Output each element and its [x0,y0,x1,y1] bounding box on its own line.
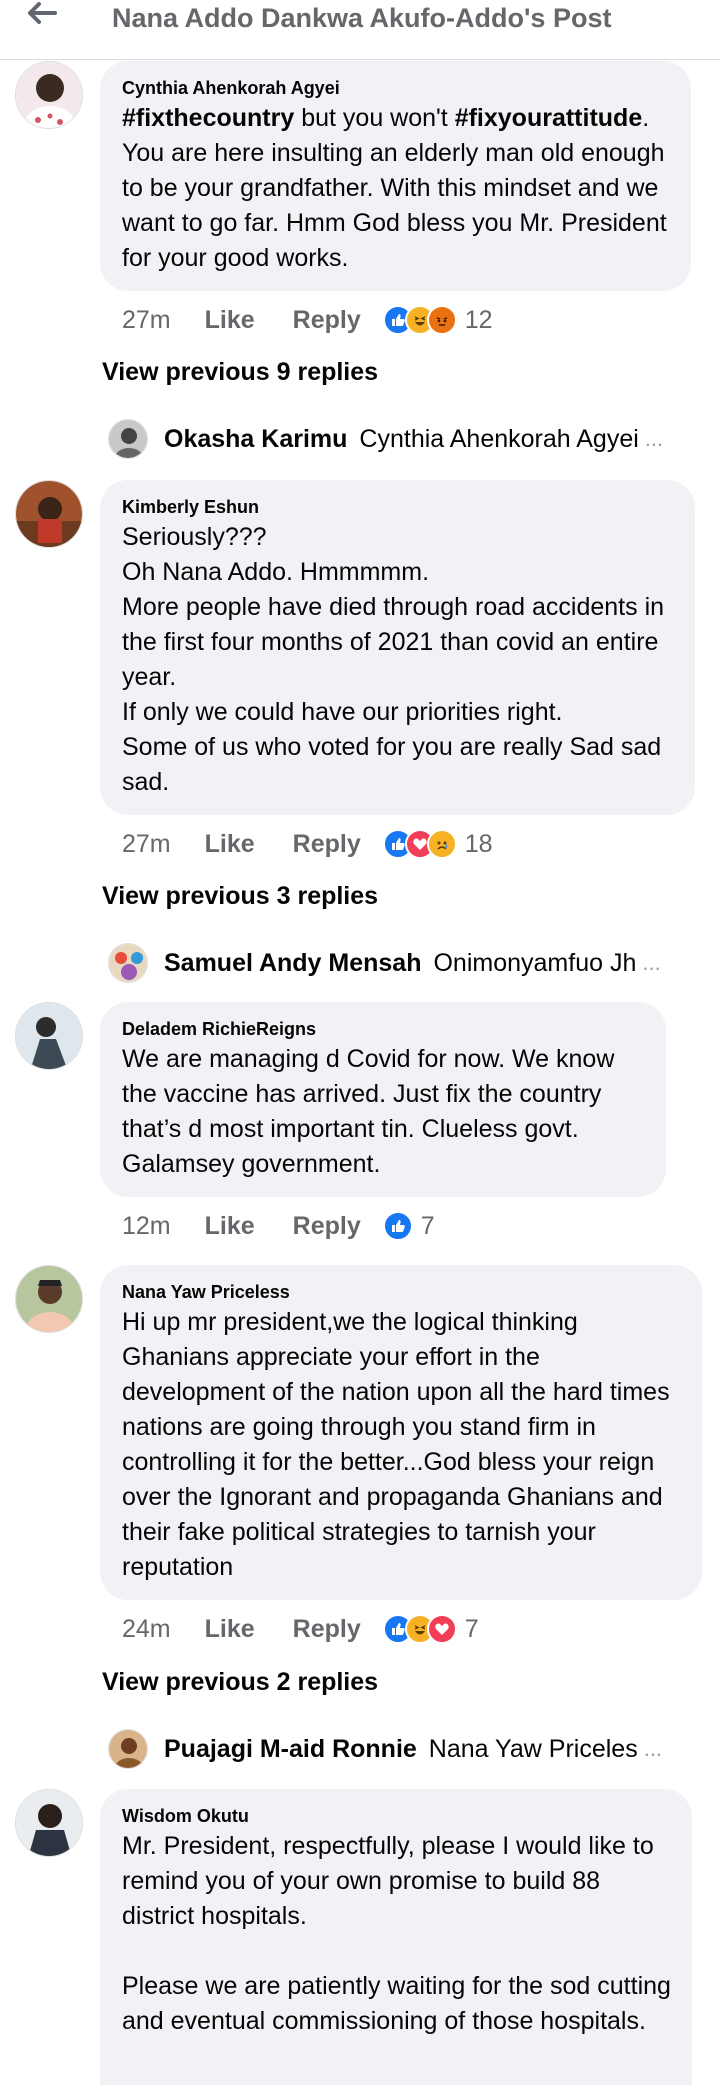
avatar[interactable] [15,61,83,129]
comment-bubble: Wisdom Okutu Mr. President, respectfully… [100,1789,692,2085]
comment-bubble: Kimberly Eshun Seriously??? Oh Nana Addo… [100,480,695,815]
avatar [108,419,148,459]
comment-actions: 27m Like Reply 18 [122,824,493,864]
reaction-count[interactable]: 7 [421,1212,435,1241]
comment-author[interactable]: Nana Yaw Priceless [122,1281,682,1303]
avatar[interactable] [15,1789,83,1857]
like-button[interactable]: Like [205,1212,255,1241]
reactions-summary[interactable] [382,305,457,335]
reply-author: Okasha Karimu [164,424,348,453]
avatar[interactable] [15,1265,83,1333]
like-button[interactable]: Like [205,306,255,335]
avatar[interactable] [15,480,83,548]
reply-preview[interactable]: Puajagi M-aid Ronnie Nana Yaw Priceles .… [108,1727,662,1771]
reply-ellipsis: ... [642,950,661,975]
reply-ellipsis: ... [644,426,664,451]
like-reaction-icon [382,1211,413,1241]
avatar [108,1729,148,1769]
back-arrow-icon [27,1,57,29]
comment-bubble: Cynthia Ahenkorah Agyei #fixthecountry b… [100,61,691,291]
comment-text: Mr. President, respectfully, please I wo… [122,1832,671,2035]
reply-ellipsis: ... [643,1736,663,1761]
angry-reaction-icon [426,305,457,335]
reply-button[interactable]: Reply [293,1212,361,1241]
comment-actions: 27m Like Reply 12 [122,300,493,340]
view-previous-replies[interactable]: View previous 3 replies [102,882,378,911]
hashtag-link[interactable]: #fixthecountry [122,104,294,132]
comment-text: We are managing d Covid for now. We know… [122,1045,615,1178]
comment-author[interactable]: Wisdom Okutu [122,1805,672,1827]
page-title: Nana Addo Dankwa Akufo-Addo's Post [112,3,612,33]
comment-text: Hi up mr president,we the logical thinki… [122,1308,670,1581]
reply-snippet: Nana Yaw Priceles [428,1734,638,1763]
reaction-count[interactable]: 18 [465,830,493,859]
comment-bubble: Deladem RichieReigns We are managing d C… [100,1002,666,1197]
comment-author[interactable]: Cynthia Ahenkorah Agyei [122,77,671,99]
comment-timestamp[interactable]: 27m [122,830,171,859]
view-previous-replies[interactable]: View previous 2 replies [102,1668,378,1697]
reply-author: Samuel Andy Mensah [164,948,422,977]
reply-button[interactable]: Reply [293,1615,361,1644]
comment-author[interactable]: Deladem RichieReigns [122,1018,646,1040]
reply-preview[interactable]: Samuel Andy Mensah Onimonyamfuo Jh ... [108,941,661,985]
comment-timestamp[interactable]: 12m [122,1212,171,1241]
reply-button[interactable]: Reply [293,306,361,335]
comment-actions: 24m Like Reply 7 [122,1609,479,1649]
back-button[interactable] [22,0,62,30]
post-header: Nana Addo Dankwa Akufo-Addo's Post [0,0,720,60]
reaction-count[interactable]: 12 [465,306,493,335]
like-button[interactable]: Like [205,1615,255,1644]
comment-timestamp[interactable]: 27m [122,306,171,335]
hashtag-link[interactable]: #fixyourattitude [455,104,643,132]
reactions-summary[interactable] [382,1211,413,1241]
reactions-summary[interactable] [382,829,457,859]
sad-reaction-icon [426,829,457,859]
view-previous-replies[interactable]: View previous 9 replies [102,358,378,387]
like-button[interactable]: Like [205,830,255,859]
comment-bubble: Nana Yaw Priceless Hi up mr president,we… [100,1265,702,1600]
comment-author[interactable]: Kimberly Eshun [122,496,675,518]
avatar [108,943,148,983]
reply-snippet: Onimonyamfuo Jh [433,948,637,977]
reply-preview[interactable]: Okasha Karimu Cynthia Ahenkorah Agyei ..… [108,417,663,461]
comment-text: #fixthecountry but you won't #fixyouratt… [122,104,667,272]
love-reaction-icon [426,1614,457,1644]
reply-button[interactable]: Reply [293,830,361,859]
comment-actions: 12m Like Reply 7 [122,1206,435,1246]
reactions-summary[interactable] [382,1614,457,1644]
reaction-count[interactable]: 7 [465,1615,479,1644]
comment-text: Seriously??? Oh Nana Addo. Hmmmmm. More … [122,523,665,796]
reply-snippet: Cynthia Ahenkorah Agyei [359,424,639,453]
avatar[interactable] [15,1002,83,1070]
comment-timestamp[interactable]: 24m [122,1615,171,1644]
reply-author: Puajagi M-aid Ronnie [164,1734,417,1763]
